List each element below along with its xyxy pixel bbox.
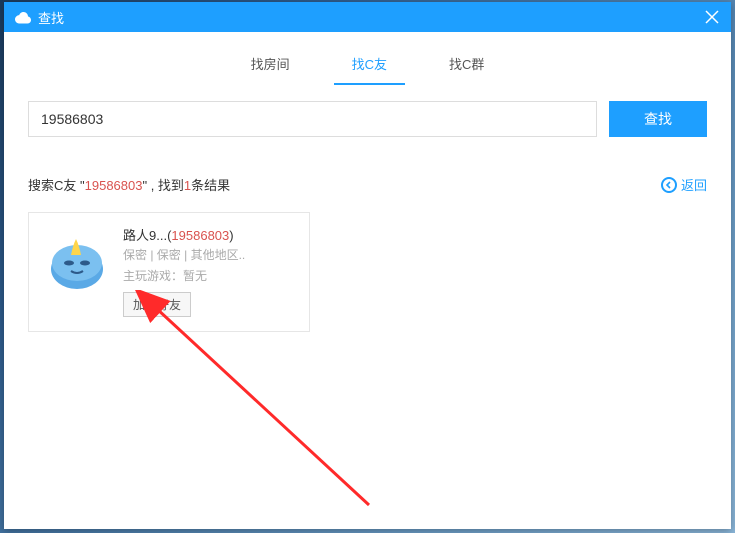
- content-area: 找房间 找C友 找C群 查找 搜索C友 "19586803" , 找到1条结果: [4, 32, 731, 332]
- search-input[interactable]: [28, 101, 597, 137]
- card-name: 路人9...(19586803): [123, 225, 295, 244]
- result-summary: 搜索C友 "19586803" , 找到1条结果: [28, 175, 230, 194]
- add-friend-button[interactable]: 加为好友: [123, 292, 191, 317]
- back-link[interactable]: 返回: [661, 175, 707, 194]
- tabs: 找房间 找C友 找C群: [4, 32, 731, 91]
- card-meta: 保密 | 保密 | 其他地区..: [123, 246, 295, 264]
- card-uid: 19586803: [171, 228, 229, 243]
- tab-group[interactable]: 找C群: [443, 50, 490, 83]
- close-button[interactable]: [701, 6, 723, 28]
- tab-friend[interactable]: 找C友: [346, 50, 393, 83]
- result-header: 搜索C友 "19586803" , 找到1条结果 返回: [4, 149, 731, 204]
- result-card: 路人9...(19586803) 保密 | 保密 | 其他地区.. 主玩游戏：暂…: [28, 212, 310, 332]
- search-row: 查找: [4, 91, 731, 149]
- back-arrow-icon: [661, 177, 677, 193]
- result-query-id: 19586803: [85, 178, 143, 193]
- titlebar: 查找: [4, 2, 731, 32]
- back-label: 返回: [681, 175, 707, 194]
- card-game: 主玩游戏：暂无: [123, 267, 295, 284]
- search-button[interactable]: 查找: [609, 101, 707, 137]
- card-body: 路人9...(19586803) 保密 | 保密 | 其他地区.. 主玩游戏：暂…: [123, 225, 295, 317]
- search-window: 查找 找房间 找C友 找C群 查找 搜索C友 "19586803" , 找到1条…: [4, 2, 731, 529]
- cloud-icon: [14, 8, 32, 26]
- tab-room[interactable]: 找房间: [245, 50, 296, 83]
- window-title: 查找: [38, 8, 64, 27]
- avatar: [43, 225, 111, 293]
